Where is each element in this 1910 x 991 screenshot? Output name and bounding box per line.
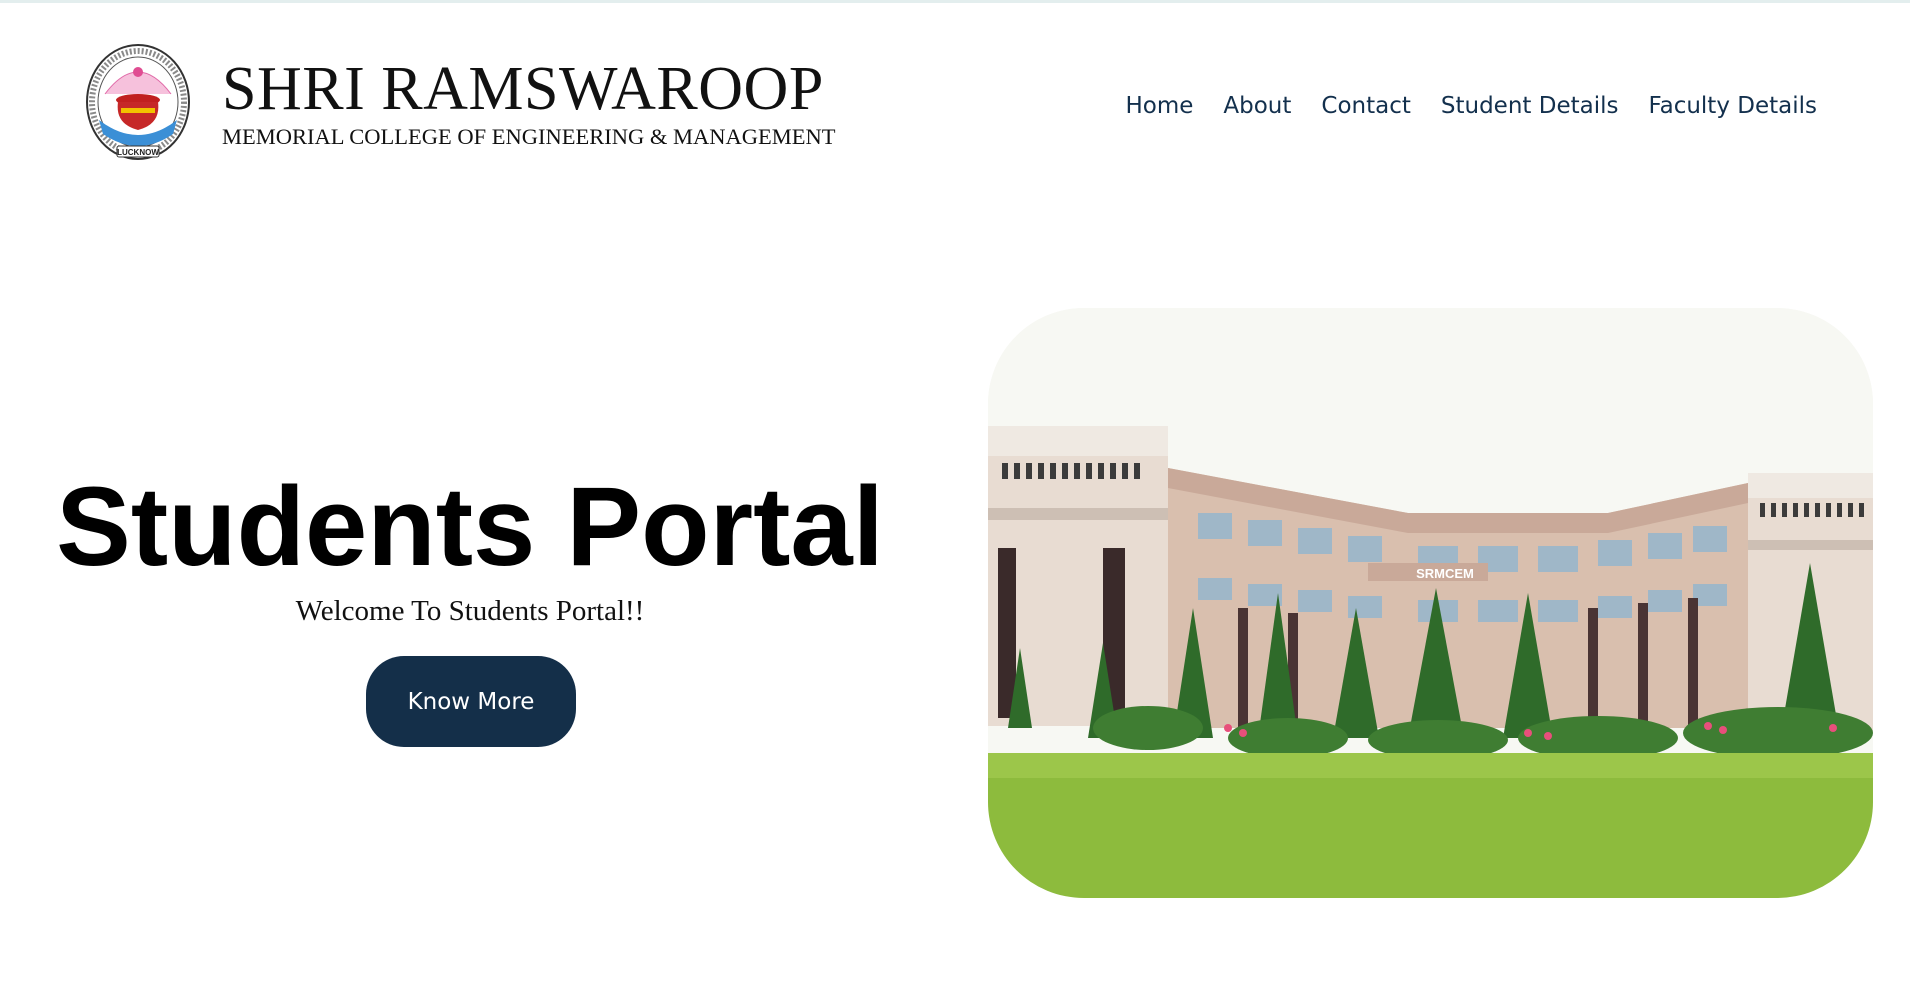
hero-subtitle: Welcome To Students Portal!! [295,595,645,627]
campus-building-illustration: SRMCEM [988,308,1873,898]
know-more-button[interactable]: Know More [366,656,576,747]
top-rule [0,0,1910,3]
hero-title: Students Portal [56,464,884,589]
nav-home[interactable]: Home [1125,88,1193,124]
main-nav: Home About Contact Student Details Facul… [1125,88,1817,124]
brand-subtitle: MEMORIAL COLLEGE OF ENGINEERING & MANAGE… [222,124,836,149]
nav-student-details[interactable]: Student Details [1441,88,1619,124]
campus-image: SRMCEM [988,308,1873,898]
college-logo[interactable]: LUCKNOW [85,42,191,162]
logo-city-text: LUCKNOW [117,148,159,157]
nav-about[interactable]: About [1223,88,1291,124]
brand-title: SHRI RAMSWAROOP [222,55,824,123]
campus-sign: SRMCEM [1416,566,1474,581]
nav-faculty-details[interactable]: Faculty Details [1648,88,1817,124]
college-logo-emblem: LUCKNOW [86,44,190,160]
nav-contact[interactable]: Contact [1321,88,1410,124]
